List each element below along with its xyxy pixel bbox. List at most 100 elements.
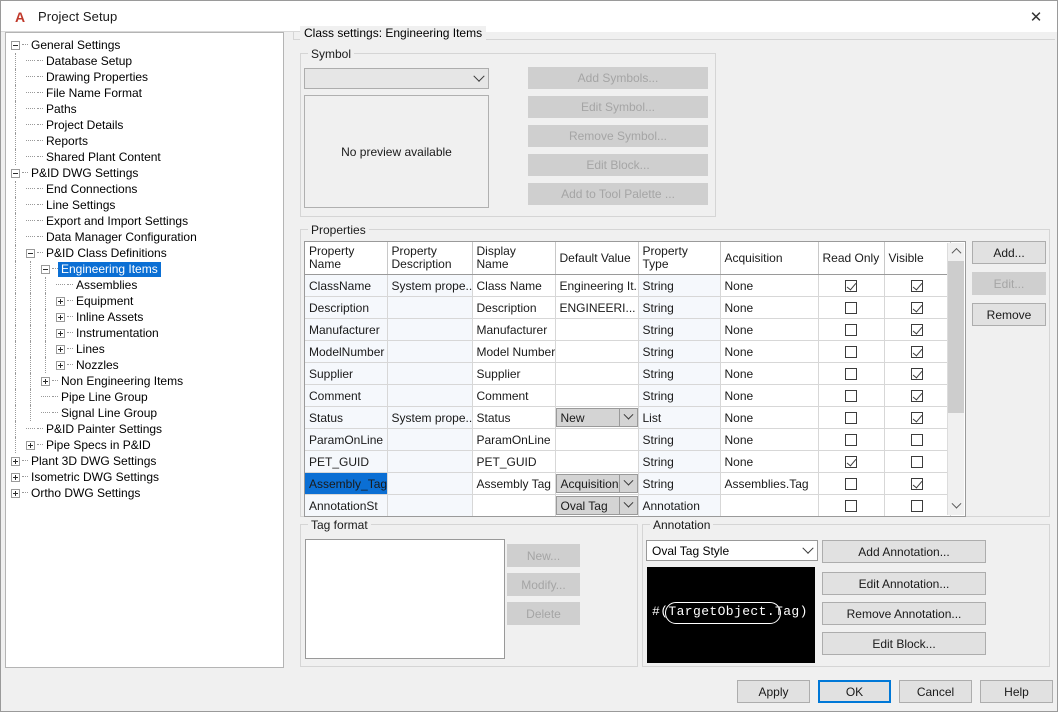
cell-default[interactable]: [555, 318, 639, 341]
visible-checkbox[interactable]: [911, 390, 923, 403]
cell-visible[interactable]: [884, 274, 951, 297]
cell-name[interactable]: AnnotationSt: [305, 494, 388, 516]
collapse-icon[interactable]: [41, 264, 50, 274]
cell-name[interactable]: Description: [305, 296, 388, 319]
column-header-property-name[interactable]: Property Name: [305, 242, 388, 275]
visible-checkbox[interactable]: [911, 500, 923, 513]
tree-item-p-id-dwg-settings[interactable]: P&ID DWG Settings: [6, 165, 283, 181]
visible-checkbox[interactable]: [911, 456, 923, 469]
tree-item-reports[interactable]: Reports: [6, 133, 283, 149]
cell-display[interactable]: Supplier: [472, 362, 556, 385]
expand-icon[interactable]: [56, 312, 65, 322]
table-row[interactable]: Manufacturer Manufacturer String None: [305, 318, 951, 341]
remove-annotation-button[interactable]: Remove Annotation...: [822, 602, 986, 625]
add-annotation-button[interactable]: Add Annotation...: [822, 540, 986, 563]
visible-checkbox[interactable]: [911, 280, 923, 293]
cell-visible[interactable]: [884, 318, 951, 341]
expand-icon[interactable]: [41, 376, 50, 386]
expand-icon[interactable]: [26, 440, 35, 450]
column-header-default-value[interactable]: Default Value: [555, 242, 639, 275]
tree-item-line-settings[interactable]: Line Settings: [6, 197, 283, 213]
cell-description[interactable]: [387, 428, 473, 451]
read_only-checkbox[interactable]: [845, 390, 857, 403]
properties-scrollbar[interactable]: [947, 243, 964, 515]
cell-visible[interactable]: [884, 472, 951, 495]
tree-item-pipe-line-group[interactable]: Pipe Line Group: [6, 389, 283, 405]
tree-item-p-id-class-definitions[interactable]: P&ID Class Definitions: [6, 245, 283, 261]
ok-button[interactable]: OK: [818, 680, 891, 703]
visible-checkbox[interactable]: [911, 434, 923, 447]
collapse-icon[interactable]: [11, 168, 20, 178]
tree-item-drawing-properties[interactable]: Drawing Properties: [6, 69, 283, 85]
cell-display[interactable]: Model Number: [472, 340, 556, 363]
read_only-checkbox[interactable]: [845, 280, 857, 293]
cell-visible[interactable]: [884, 340, 951, 363]
table-row[interactable]: ClassName System prope... Class Name Engine…: [305, 274, 951, 297]
cell-type[interactable]: Annotation: [638, 494, 721, 516]
cell-description[interactable]: [387, 296, 473, 319]
tree-item-paths[interactable]: Paths: [6, 101, 283, 117]
cell-description[interactable]: System prope...: [387, 274, 473, 297]
cell-type[interactable]: String: [638, 340, 721, 363]
cell-acquisition[interactable]: None: [720, 362, 819, 385]
cell-read_only[interactable]: [818, 274, 885, 297]
expand-icon[interactable]: [56, 360, 65, 370]
table-row[interactable]: Assembly_Tag Assembly Tag Acquisition Strin…: [305, 472, 951, 495]
remove-button[interactable]: Remove: [972, 303, 1046, 326]
cell-acquisition[interactable]: [720, 494, 819, 516]
cell-description[interactable]: [387, 472, 473, 495]
cell-display[interactable]: Assembly Tag: [472, 472, 556, 495]
visible-checkbox[interactable]: [911, 346, 923, 359]
cell-type[interactable]: String: [638, 450, 721, 473]
cell-visible[interactable]: [884, 296, 951, 319]
cell-display[interactable]: PET_GUID: [472, 450, 556, 473]
cell-name[interactable]: Assembly_Tag: [305, 472, 388, 495]
cell-default[interactable]: Acquisition: [555, 472, 639, 495]
cell-read_only[interactable]: [818, 450, 885, 473]
column-header-visible[interactable]: Visible: [884, 242, 951, 275]
read_only-checkbox[interactable]: [845, 368, 857, 381]
cell-type[interactable]: List: [638, 406, 721, 429]
scrollbar-thumb[interactable]: [948, 261, 964, 413]
cell-name[interactable]: Manufacturer: [305, 318, 388, 341]
close-icon[interactable]: ✕: [1013, 1, 1057, 32]
collapse-icon[interactable]: [11, 40, 20, 50]
tree-item-equipment[interactable]: Equipment: [6, 293, 283, 309]
tree-item-plant-3d-dwg-settings[interactable]: Plant 3D DWG Settings: [6, 453, 283, 469]
cell-description[interactable]: [387, 362, 473, 385]
cell-default[interactable]: Engineering It...: [555, 274, 639, 297]
cell-display[interactable]: [472, 494, 556, 516]
default-combo[interactable]: Oval Tag: [555, 496, 637, 515]
cell-description[interactable]: [387, 450, 473, 473]
cell-display[interactable]: ParamOnLine: [472, 428, 556, 451]
tree-item-export-and-import-settings[interactable]: Export and Import Settings: [6, 213, 283, 229]
cell-acquisition[interactable]: None: [720, 450, 819, 473]
cell-display[interactable]: Comment: [472, 384, 556, 407]
tree-item-instrumentation[interactable]: Instrumentation: [6, 325, 283, 341]
cell-name[interactable]: ClassName: [305, 274, 388, 297]
symbol-combo[interactable]: [304, 68, 489, 89]
cell-acquisition[interactable]: None: [720, 406, 819, 429]
cell-visible[interactable]: [884, 428, 951, 451]
cell-name[interactable]: ModelNumber: [305, 340, 388, 363]
scroll-up-icon[interactable]: [948, 243, 964, 260]
scroll-down-icon[interactable]: [948, 498, 964, 515]
cell-visible[interactable]: [884, 406, 951, 429]
tree-item-assemblies[interactable]: Assemblies: [6, 277, 283, 293]
cell-acquisition[interactable]: Assemblies.Tag: [720, 472, 819, 495]
tree-item-data-manager-configuration[interactable]: Data Manager Configuration: [6, 229, 283, 245]
cell-read_only[interactable]: [818, 428, 885, 451]
cell-name[interactable]: PET_GUID: [305, 450, 388, 473]
cell-acquisition[interactable]: None: [720, 274, 819, 297]
properties-grid[interactable]: Property Name Property Description Display…: [304, 241, 966, 517]
annotation-style-combo[interactable]: Oval Tag Style: [646, 540, 818, 561]
cell-read_only[interactable]: [818, 340, 885, 363]
cell-type[interactable]: String: [638, 428, 721, 451]
cell-read_only[interactable]: [818, 494, 885, 516]
cell-type[interactable]: String: [638, 274, 721, 297]
table-row[interactable]: Description Description ENGINEERI... String…: [305, 296, 951, 319]
read_only-checkbox[interactable]: [845, 346, 857, 359]
visible-checkbox[interactable]: [911, 412, 923, 425]
expand-icon[interactable]: [56, 328, 65, 338]
tree-item-isometric-dwg-settings[interactable]: Isometric DWG Settings: [6, 469, 283, 485]
